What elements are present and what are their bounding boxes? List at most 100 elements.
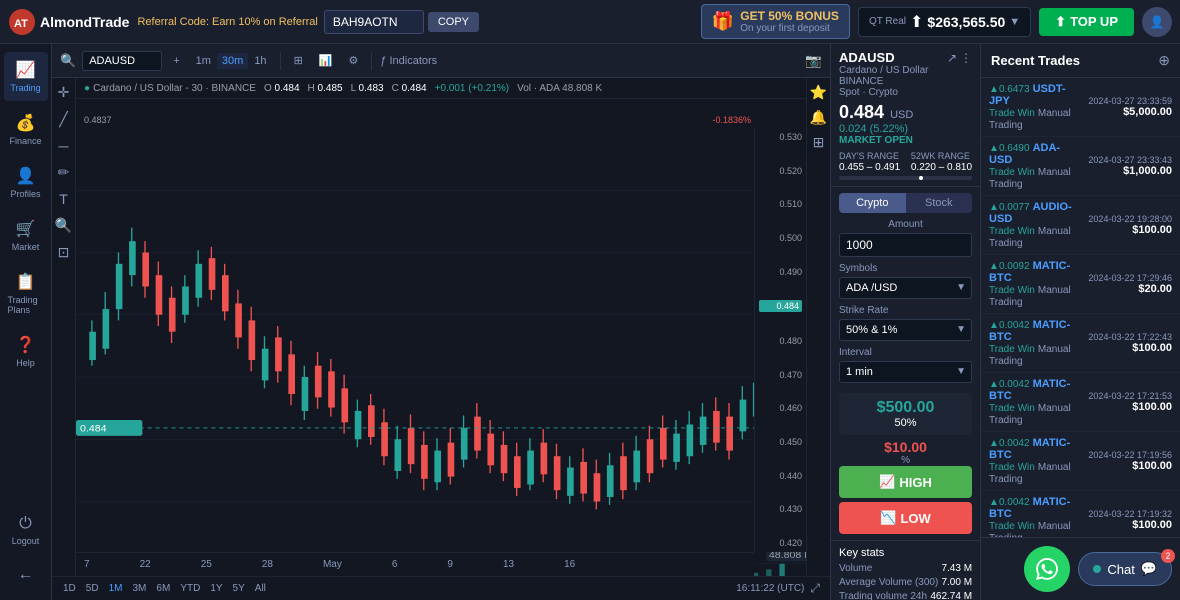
chart-right-tools: ⭐ 🔔 ⊞: [806, 78, 830, 576]
payout-display: $500.00 50%: [839, 393, 972, 435]
cat-tab-crypto[interactable]: Crypto: [839, 193, 906, 213]
price-0420: 0.420: [759, 538, 802, 548]
crosshair-tool[interactable]: ✛: [56, 82, 72, 103]
trend-tool[interactable]: ╱: [57, 109, 69, 130]
chart-content-area: ✛ ╱ ─ ✏ T 🔍 ⊡ ● Cardano / US Dollar - 30…: [52, 78, 830, 576]
rt-date-1: 2024-03-27 23:33:43: [1088, 155, 1172, 165]
copy-button[interactable]: COPY: [428, 12, 479, 32]
bookmark-tool[interactable]: ⭐: [808, 82, 829, 103]
left-sidebar: 📈 Trading 💰 Finance 👤 Profiles 🛒 Market …: [0, 44, 52, 600]
rt-left-0: ▲0.6473 USDT-JPY Trade Win Manual Tradin…: [989, 83, 1082, 131]
panel-exchange: BINANCE: [839, 76, 972, 87]
btf-all[interactable]: All: [252, 582, 269, 595]
chart-settings-btn[interactable]: ⚙: [343, 51, 363, 70]
panel-price: 0.484: [839, 102, 884, 122]
stats-val-avg-volume: 7.00 M: [941, 577, 972, 588]
price-0520: 0.520: [759, 166, 802, 176]
referral-code-input[interactable]: [324, 10, 424, 34]
sidebar-label-profiles: Profiles: [10, 189, 40, 199]
panel-external-link[interactable]: ↗: [947, 51, 957, 65]
draw-tool[interactable]: ✏: [56, 162, 72, 183]
whatsapp-icon: [1036, 558, 1058, 580]
btf-5y[interactable]: 5Y: [230, 582, 248, 595]
chart-header-info: ● Cardano / US Dollar - 30 · BINANCE O 0…: [76, 78, 806, 99]
rt-status-6: Trade Win: [989, 462, 1035, 473]
amount-input[interactable]: [839, 233, 972, 257]
chart-style-btn[interactable]: 📊: [314, 51, 338, 70]
svg-text:AT: AT: [14, 18, 28, 30]
panel-symbol: ADAUSD: [839, 50, 895, 65]
referral-code-box: COPY: [324, 10, 479, 34]
avatar[interactable]: 👤: [1142, 7, 1172, 37]
finance-icon: 💰: [16, 113, 36, 133]
sidebar-item-profiles[interactable]: 👤 Profiles: [4, 158, 48, 207]
sidebar-item-back[interactable]: ←: [4, 558, 48, 592]
rt-amount-5: $100.00: [1088, 401, 1172, 413]
chart-type-btn[interactable]: ⊞: [289, 51, 308, 70]
rt-left-7: ▲0.0042 MATIC-BTC Trade Win Manual Tradi…: [989, 496, 1082, 537]
high-button[interactable]: 📈 HIGH: [839, 466, 972, 498]
sidebar-item-help[interactable]: ❓ Help: [4, 327, 48, 376]
rt-arrow-7: ▲0.0042: [989, 497, 1029, 508]
cat-tab-stock[interactable]: Stock: [906, 193, 973, 213]
sidebar-item-trading-plans[interactable]: 📋 Trading Plans: [4, 264, 48, 323]
fullscreen-btn[interactable]: ⤢: [808, 579, 822, 598]
rt-left-6: ▲0.0042 MATIC-BTC Trade Win Manual Tradi…: [989, 437, 1082, 485]
expand-tool[interactable]: ⊞: [811, 132, 827, 153]
whatsapp-button[interactable]: [1024, 546, 1070, 592]
tf-30m[interactable]: 30m: [217, 53, 248, 69]
candlestick-chart: 0.484: [76, 128, 806, 576]
rt-right-7: 2024-03-22 17:19:32 $100.00: [1088, 509, 1172, 531]
stats-row-trading-volume: Trading volume 24h 462.74 M: [839, 591, 972, 600]
rt-arrow-2: ▲0.0077: [989, 202, 1029, 213]
btf-1m[interactable]: 1M: [106, 582, 126, 595]
panel-menu[interactable]: ⋮: [960, 51, 972, 65]
sidebar-item-market[interactable]: 🛒 Market: [4, 211, 48, 260]
sidebar-item-trading[interactable]: 📈 Trading: [4, 52, 48, 101]
sidebar-item-logout[interactable]: ⏻ Logout: [4, 507, 48, 554]
price-0500: 0.500: [759, 233, 802, 243]
horizontal-tool[interactable]: ─: [57, 136, 71, 156]
chat-button[interactable]: Chat 💬 2: [1078, 552, 1172, 586]
sidebar-item-finance[interactable]: 💰 Finance: [4, 105, 48, 154]
logout-icon: ⏻: [19, 515, 32, 533]
tf-1m[interactable]: 1m: [191, 53, 216, 69]
indicators-button[interactable]: ƒ Indicators: [380, 55, 437, 67]
screenshot-button[interactable]: 📷: [805, 53, 822, 69]
add-indicator-btn[interactable]: +: [168, 52, 184, 70]
btf-6m[interactable]: 6M: [153, 582, 173, 595]
rt-left-5: ▲0.0042 MATIC-BTC Trade Win Manual Tradi…: [989, 378, 1082, 426]
measure-tool[interactable]: ⊡: [56, 242, 72, 263]
interval-select[interactable]: 1 min: [839, 361, 972, 383]
rt-amount-1: $1,000.00: [1088, 165, 1172, 177]
stats-key-avg-volume: Average Volume (300): [839, 577, 938, 588]
payout-pct: 50%: [845, 417, 966, 429]
rt-item-7: ▲0.0042 MATIC-BTC Trade Win Manual Tradi…: [981, 491, 1180, 537]
chart-canvas: ● Cardano / US Dollar - 30 · BINANCE O 0…: [76, 78, 806, 576]
tf-1h[interactable]: 1h: [249, 53, 271, 69]
low-button[interactable]: 📉 LOW: [839, 502, 972, 534]
topup-button[interactable]: ⬆ TOP UP: [1039, 8, 1134, 36]
btf-1d[interactable]: 1D: [60, 582, 79, 595]
logo: AT AlmondTrade: [8, 8, 129, 36]
strike-select[interactable]: 50% & 1%: [839, 319, 972, 341]
alert-tool[interactable]: 🔔: [808, 107, 829, 128]
high-chart-icon: 📈: [879, 474, 895, 490]
btf-3m[interactable]: 3M: [130, 582, 150, 595]
week52-high: 0.810: [947, 162, 972, 173]
sidebar-label-trading: Trading: [10, 83, 40, 93]
ohlc-low: 0.483: [359, 83, 384, 94]
symbol-select[interactable]: ADA /USD: [839, 277, 972, 299]
chart-volume: Vol · ADA 48.808 K: [517, 83, 602, 94]
text-tool[interactable]: T: [57, 189, 70, 209]
tl-28: 28: [262, 559, 273, 570]
symbol-input[interactable]: [82, 51, 162, 71]
rt-status-4: Trade Win: [989, 344, 1035, 355]
zoom-tool[interactable]: 🔍: [53, 215, 74, 236]
recent-trades-close[interactable]: ⊕: [1158, 52, 1170, 69]
btf-5d[interactable]: 5D: [83, 582, 102, 595]
btf-1y[interactable]: 1Y: [207, 582, 225, 595]
recent-trades-panel: Recent Trades ⊕ ▲0.6473 USDT-JPY Trade W…: [980, 44, 1180, 600]
svg-text:0.484: 0.484: [80, 424, 107, 434]
btf-ytd[interactable]: YTD: [177, 582, 203, 595]
